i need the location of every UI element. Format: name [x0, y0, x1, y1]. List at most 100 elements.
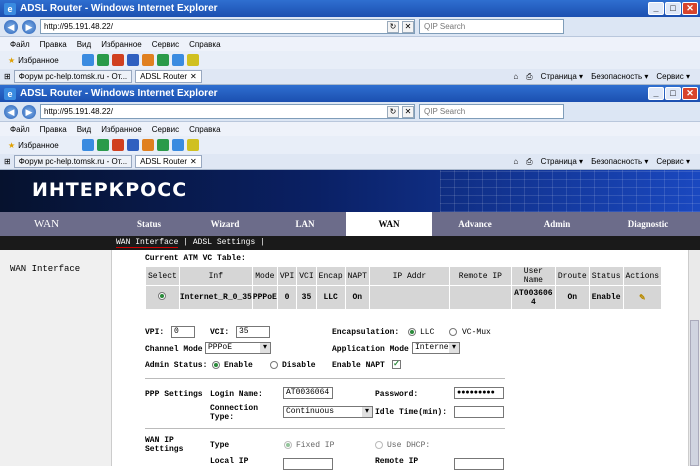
- fav-icon[interactable]: [126, 139, 139, 151]
- login-input[interactable]: AT0036064: [283, 387, 333, 399]
- menu-file[interactable]: Файл: [10, 125, 30, 134]
- menu-status[interactable]: Status: [112, 212, 186, 236]
- tab-list-icon[interactable]: ⊞: [4, 72, 11, 81]
- tab-adsl-router[interactable]: ADSL Router ✕: [135, 70, 202, 83]
- star-icon[interactable]: ★: [8, 141, 15, 150]
- fav-icon[interactable]: [81, 54, 94, 66]
- vpi-input[interactable]: 0: [171, 326, 195, 338]
- page-menu[interactable]: Страница ▾: [541, 157, 584, 167]
- page-menu[interactable]: Страница ▾: [541, 72, 584, 82]
- app-mode-select[interactable]: Internet: [412, 342, 460, 354]
- menu-edit[interactable]: Правка: [40, 125, 67, 134]
- sidebar-item-wan-interface[interactable]: WAN Interface: [10, 264, 80, 274]
- fav-icon[interactable]: [96, 54, 109, 66]
- menu-edit[interactable]: Правка: [40, 40, 67, 49]
- fav-icon[interactable]: [186, 54, 199, 66]
- connection-type-select[interactable]: Continuous: [283, 406, 373, 418]
- fav-icon[interactable]: [81, 139, 94, 151]
- print-icon[interactable]: ⎙: [526, 157, 532, 167]
- close-tab-icon[interactable]: ✕: [190, 71, 197, 82]
- tab-forum[interactable]: Форум pc-help.tomsk.ru - От...: [13, 70, 133, 83]
- safety-menu[interactable]: Безопасность ▾: [591, 72, 648, 82]
- tab-forum[interactable]: Форум pc-help.tomsk.ru - От...: [13, 155, 133, 168]
- menu-wan[interactable]: WAN: [346, 212, 432, 236]
- remote-ip-input[interactable]: [454, 458, 504, 470]
- print-icon[interactable]: ⎙: [526, 72, 532, 82]
- tab-list-icon[interactable]: ⊞: [4, 157, 11, 166]
- safety-menu[interactable]: Безопасность ▾: [591, 157, 648, 167]
- disable-radio[interactable]: [270, 361, 278, 369]
- edit-icon[interactable]: ✎: [622, 285, 663, 310]
- menu-admin[interactable]: Admin: [518, 212, 596, 236]
- star-icon[interactable]: ★: [8, 56, 15, 65]
- close-icon[interactable]: ✕: [682, 87, 698, 100]
- favorites-label[interactable]: Избранное: [18, 141, 59, 150]
- home-icon[interactable]: ⌂: [513, 157, 518, 167]
- forward-icon[interactable]: ▶: [22, 19, 36, 34]
- address-bar[interactable]: http://95.191.48.22/↻ ✕: [40, 104, 415, 119]
- enable-radio[interactable]: [212, 361, 220, 369]
- search-input[interactable]: QIP Search: [419, 19, 564, 34]
- fav-icon[interactable]: [111, 139, 124, 151]
- menu-advance[interactable]: Advance: [432, 212, 518, 236]
- menu-view[interactable]: Вид: [77, 40, 91, 49]
- menu-tools[interactable]: Сервис: [152, 40, 179, 49]
- llc-radio[interactable]: [408, 328, 416, 336]
- stop-icon[interactable]: ✕: [402, 20, 414, 33]
- home-icon[interactable]: ⌂: [513, 72, 518, 82]
- close-tab-icon[interactable]: ✕: [190, 156, 197, 167]
- address-bar[interactable]: http://95.191.48.22/↻ ✕: [40, 19, 415, 34]
- napt-checkbox[interactable]: ✓: [392, 360, 401, 369]
- menu-wizard[interactable]: Wizard: [186, 212, 264, 236]
- atm-vc-table: Select Inf Mode VPI VCI Encap NAPT IP Ad…: [145, 266, 663, 310]
- scrollbar[interactable]: [688, 250, 700, 466]
- local-ip-input[interactable]: [283, 458, 333, 470]
- dhcp-radio[interactable]: [375, 441, 383, 449]
- tools-menu[interactable]: Сервис ▾: [656, 157, 690, 167]
- minimize-icon[interactable]: _: [648, 2, 664, 15]
- menu-tools[interactable]: Сервис: [152, 125, 179, 134]
- back-icon[interactable]: ◀: [4, 19, 18, 34]
- fixed-ip-radio[interactable]: [284, 441, 292, 449]
- close-icon[interactable]: ✕: [682, 2, 698, 15]
- menu-view[interactable]: Вид: [77, 125, 91, 134]
- password-input[interactable]: ●●●●●●●●●: [454, 387, 504, 399]
- menu-favorites[interactable]: Избранное: [101, 125, 142, 134]
- fav-icon[interactable]: [111, 54, 124, 66]
- search-input[interactable]: QIP Search: [419, 104, 564, 119]
- fav-icon[interactable]: [171, 54, 184, 66]
- vcmux-radio[interactable]: [449, 328, 457, 336]
- menu-help[interactable]: Справка: [189, 125, 220, 134]
- fav-icon[interactable]: [141, 139, 154, 151]
- channel-mode-select[interactable]: PPPoE: [205, 342, 271, 354]
- menu-favorites[interactable]: Избранное: [101, 40, 142, 49]
- fav-icon[interactable]: [126, 54, 139, 66]
- submenu-wan-interface[interactable]: WAN Interface: [116, 238, 179, 248]
- favorites-label[interactable]: Избранное: [18, 56, 59, 65]
- fav-icon[interactable]: [171, 139, 184, 151]
- back-icon[interactable]: ◀: [4, 104, 18, 119]
- forward-icon[interactable]: ▶: [22, 104, 36, 119]
- fav-icon[interactable]: [156, 54, 169, 66]
- menu-lan[interactable]: LAN: [264, 212, 346, 236]
- fav-icon[interactable]: [96, 139, 109, 151]
- fav-icon[interactable]: [186, 139, 199, 151]
- tab-adsl-router[interactable]: ADSL Router ✕: [135, 155, 202, 168]
- menu-file[interactable]: Файл: [10, 40, 30, 49]
- menu-diagnostic[interactable]: Diagnostic: [596, 212, 700, 236]
- minimize-icon[interactable]: _: [648, 87, 664, 100]
- refresh-icon[interactable]: ↻: [387, 105, 399, 118]
- submenu-adsl-settings[interactable]: ADSL Settings: [193, 238, 255, 247]
- tools-menu[interactable]: Сервис ▾: [656, 72, 690, 82]
- maximize-icon[interactable]: □: [665, 2, 681, 15]
- fav-icon[interactable]: [156, 139, 169, 151]
- maximize-icon[interactable]: □: [665, 87, 681, 100]
- vci-input[interactable]: 35: [236, 326, 270, 338]
- refresh-icon[interactable]: ↻: [387, 20, 399, 33]
- fav-icon[interactable]: [141, 54, 154, 66]
- stop-icon[interactable]: ✕: [402, 105, 414, 118]
- select-radio[interactable]: [145, 285, 180, 310]
- scrollbar-thumb[interactable]: [690, 320, 699, 466]
- menu-help[interactable]: Справка: [189, 40, 220, 49]
- idle-time-input[interactable]: [454, 406, 504, 418]
